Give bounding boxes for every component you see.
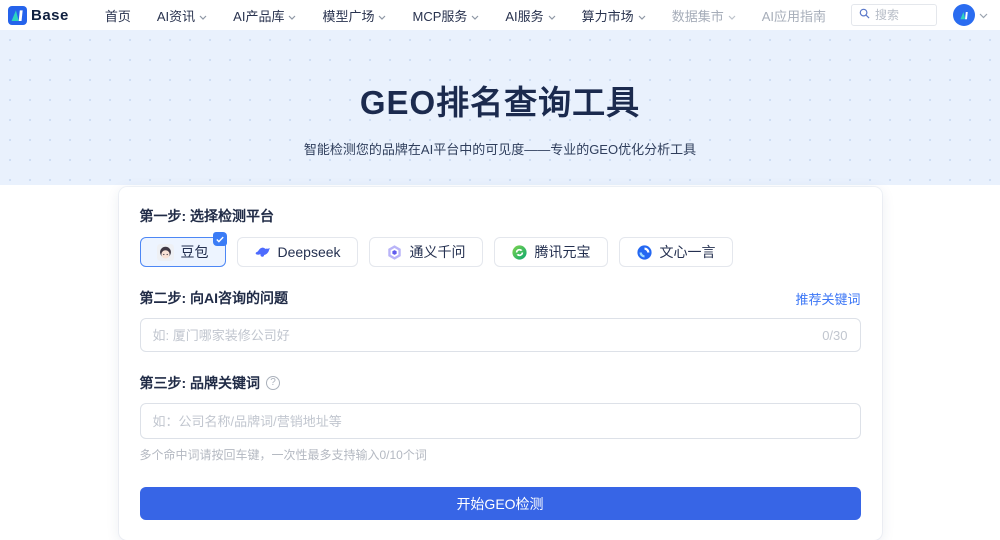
step1-label: 第一步: 选择检测平台	[140, 206, 861, 226]
nav-item-ai-services[interactable]: AI服务	[505, 6, 555, 25]
keywords-input[interactable]	[153, 414, 848, 429]
chevron-down-icon	[548, 8, 556, 23]
page-title: GEO排名查询工具	[0, 30, 1000, 124]
top-nav: Base 首页 AI资讯 AI产品库 模型广场 MCP服务 AI服务 算力市场 …	[0, 0, 1000, 30]
nav-item-ai-news[interactable]: AI资讯	[157, 6, 207, 25]
chevron-down-icon	[471, 8, 479, 23]
chevron-down-icon	[288, 8, 296, 23]
platform-label: 豆包	[181, 242, 209, 262]
platform-option-doubao[interactable]: 豆包	[140, 237, 226, 267]
platform-label: Deepseek	[278, 244, 341, 260]
nav-item-compute-market[interactable]: 算力市场	[582, 6, 646, 25]
platform-label: 通义千问	[410, 242, 466, 262]
question-input-wrap: 0/30	[140, 318, 861, 352]
platform-selector: 豆包 Deepseek 通义千问	[140, 237, 861, 267]
search-input[interactable]	[875, 8, 929, 22]
nav-item-ai-products[interactable]: AI产品库	[233, 6, 296, 25]
main-nav: 首页 AI资讯 AI产品库 模型广场 MCP服务 AI服务 算力市场 数据集市 …	[105, 6, 826, 25]
nav-right-group	[851, 4, 988, 26]
recommend-keywords-link[interactable]: 推荐关键词	[795, 289, 860, 308]
page-subtitle: 智能检测您的品牌在AI平台中的可见度——专业的GEO优化分析工具	[0, 139, 1000, 158]
chevron-down-icon	[638, 8, 646, 23]
platform-option-deepseek[interactable]: Deepseek	[237, 237, 358, 267]
chevron-down-icon	[728, 8, 736, 23]
step2-label: 第二步: 向AI咨询的问题	[140, 288, 289, 308]
geo-query-form-card: 第一步: 选择检测平台 豆包	[119, 187, 882, 540]
hero-section: GEO排名查询工具 智能检测您的品牌在AI平台中的可见度——专业的GEO优化分析…	[0, 30, 1000, 185]
question-char-counter: 0/30	[822, 328, 847, 343]
chevron-down-icon	[979, 6, 988, 24]
platform-label: 腾讯元宝	[535, 242, 591, 262]
nav-item-home[interactable]: 首页	[105, 6, 131, 25]
selected-check-icon	[213, 232, 227, 246]
main-content: 第一步: 选择检测平台 豆包	[0, 187, 1000, 540]
help-icon[interactable]: ?	[266, 376, 280, 390]
aibase-logo-text: Base	[31, 7, 69, 24]
keywords-input-wrap	[140, 403, 861, 439]
nav-item-data-market[interactable]: 数据集市	[672, 6, 736, 25]
deepseek-whale-icon	[254, 244, 271, 261]
platform-option-wenxin-yiyan[interactable]: 文心一言	[619, 237, 733, 267]
search-box[interactable]	[851, 4, 937, 26]
user-menu[interactable]	[953, 4, 988, 26]
question-input[interactable]	[153, 328, 815, 343]
platform-label: 文心一言	[660, 242, 716, 262]
nav-item-mcp-services[interactable]: MCP服务	[412, 6, 479, 25]
platform-option-tongyi-qianwen[interactable]: 通义千问	[369, 237, 483, 267]
search-icon	[859, 6, 870, 24]
step3-label: 第三步: 品牌关键词	[140, 373, 261, 393]
wenxin-yiyan-icon	[636, 244, 653, 261]
keywords-hint: 多个命中词请按回车键，一次性最多支持输入0/10个词	[140, 446, 861, 463]
chevron-down-icon	[199, 8, 207, 23]
doubao-avatar-icon	[157, 244, 174, 261]
tencent-yuanbao-icon	[511, 244, 528, 261]
user-avatar	[953, 4, 975, 26]
tongyi-qianwen-icon	[386, 244, 403, 261]
nav-item-ai-app-guide[interactable]: AI应用指南	[762, 6, 826, 25]
aibase-logo[interactable]: Base	[8, 6, 69, 25]
chevron-down-icon	[378, 8, 386, 23]
nav-item-model-plaza[interactable]: 模型广场	[322, 6, 386, 25]
platform-option-tencent-yuanbao[interactable]: 腾讯元宝	[494, 237, 608, 267]
aibase-logo-icon	[8, 6, 27, 25]
start-geo-check-button[interactable]: 开始GEO检测	[140, 487, 861, 520]
